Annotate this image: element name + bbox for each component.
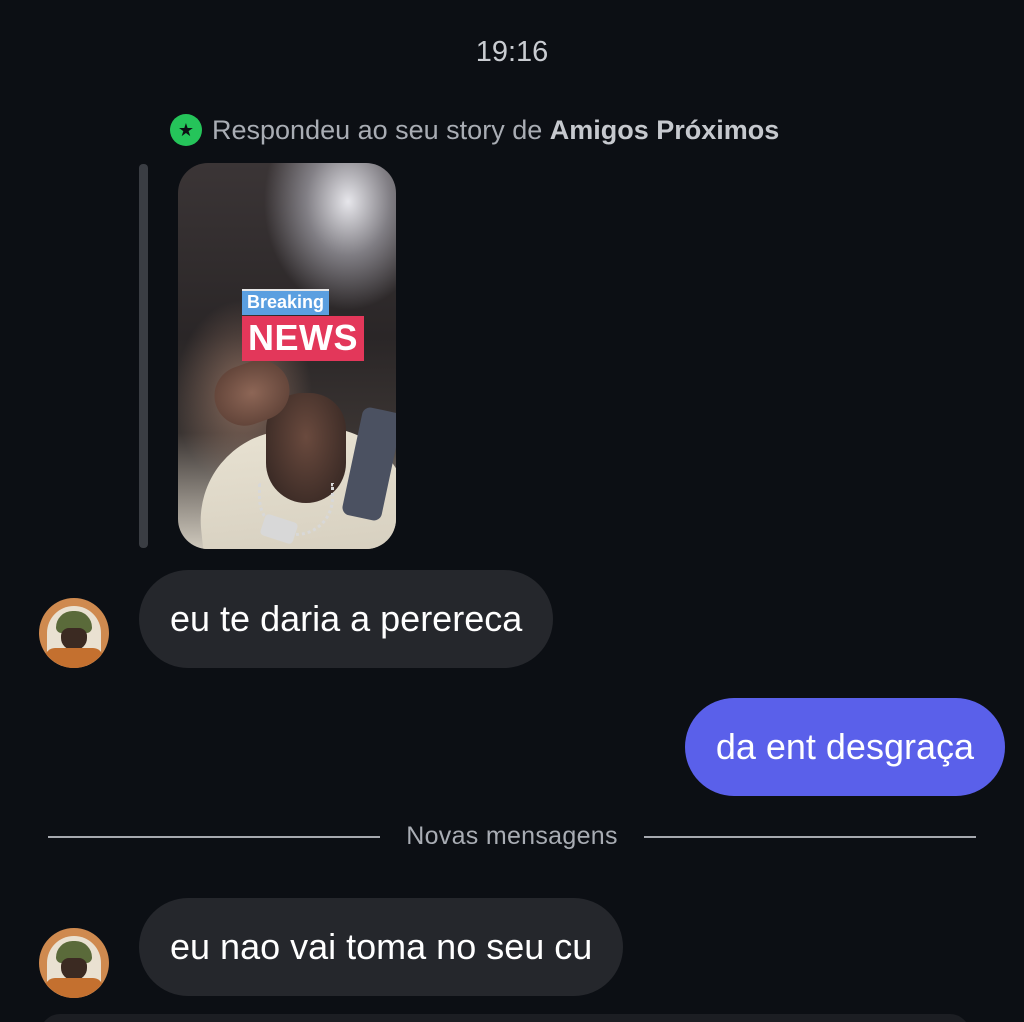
sticker-breaking-text: Breaking <box>242 289 330 315</box>
message-bubble-received[interactable]: eu nao vai toma no seu cu <box>139 898 624 996</box>
next-message-peek <box>40 1014 970 1022</box>
chat-screen: 19:16 ★ Respondeu ao seu story de Amigos… <box>0 0 1024 1022</box>
new-messages-divider: Novas mensagens <box>48 822 976 851</box>
breaking-news-sticker: Breaking NEWS <box>242 289 364 361</box>
contact-avatar[interactable] <box>39 928 109 998</box>
divider-line-right <box>643 835 976 838</box>
story-reply-header: ★ Respondeu ao seu story de Amigos Próxi… <box>170 114 779 146</box>
story-reply-label: Respondeu ao seu story de Amigos Próximo… <box>212 115 779 146</box>
message-bubble-sent[interactable]: da ent desgraça <box>684 698 1005 796</box>
message-timestamp: 19:16 <box>475 36 549 68</box>
story-audience-label: Amigos Próximos <box>549 114 780 145</box>
reply-indicator-bar <box>139 164 148 548</box>
close-friends-star-icon: ★ <box>170 114 202 146</box>
story-reply-prefix: Respondeu ao seu story de <box>212 114 543 145</box>
sticker-news-text: NEWS <box>242 316 364 361</box>
message-bubble-received[interactable]: eu te daria a perereca <box>139 570 554 668</box>
story-thumbnail[interactable]: Breaking NEWS <box>178 163 396 549</box>
divider-line-left <box>48 835 381 838</box>
contact-avatar[interactable] <box>39 598 109 668</box>
new-messages-label: Novas mensagens <box>406 822 618 850</box>
